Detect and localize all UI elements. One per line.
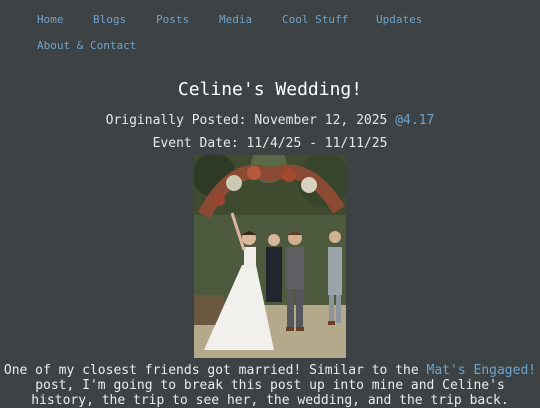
posted-time-link[interactable]: @4.17 bbox=[395, 113, 434, 128]
nav-link-posts[interactable]: Posts bbox=[156, 13, 189, 26]
body-line-2: post, I'm going to break this post up in… bbox=[35, 378, 505, 393]
nav-link-media[interactable]: Media bbox=[219, 13, 252, 26]
nav-link-blogs[interactable]: Blogs bbox=[93, 13, 126, 26]
nav-link-about-contact[interactable]: About & Contact bbox=[37, 39, 136, 52]
posted-date: Originally Posted: November 12, 2025 @4.… bbox=[0, 113, 540, 128]
post-title: Celine's Wedding! bbox=[177, 79, 363, 100]
event-date: Event Date: 11/4/25 - 11/11/25 bbox=[152, 136, 388, 151]
posted-date-text: Originally Posted: November 12, 2025 bbox=[105, 113, 388, 128]
mats-engaged-link[interactable]: Mat's Engaged! bbox=[427, 363, 537, 378]
body-line-1: One of my closest friends got married! S… bbox=[0, 363, 540, 378]
nav-link-updates[interactable]: Updates bbox=[376, 13, 422, 26]
wedding-photo-image bbox=[194, 155, 346, 358]
wedding-photo[interactable] bbox=[194, 155, 346, 358]
nav-link-home[interactable]: Home bbox=[37, 13, 64, 26]
post-body: One of my closest friends got married! S… bbox=[0, 363, 540, 408]
body-line-3: history, the trip to see her, the weddin… bbox=[31, 393, 509, 408]
nav-link-cool-stuff[interactable]: Cool Stuff bbox=[282, 13, 348, 26]
body-line-1-text: One of my closest friends got married! S… bbox=[3, 363, 419, 378]
